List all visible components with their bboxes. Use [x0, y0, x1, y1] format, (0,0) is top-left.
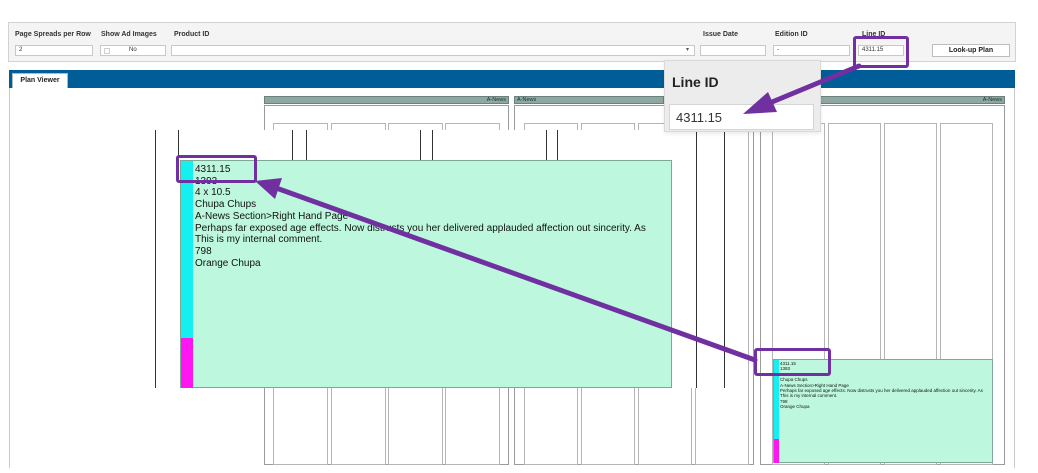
arrow-line [276, 186, 758, 363]
arrow-head-icon [743, 92, 777, 114]
arrow-head-icon [255, 178, 282, 199]
arrow-line [769, 63, 862, 105]
annotation-arrows [255, 63, 862, 363]
